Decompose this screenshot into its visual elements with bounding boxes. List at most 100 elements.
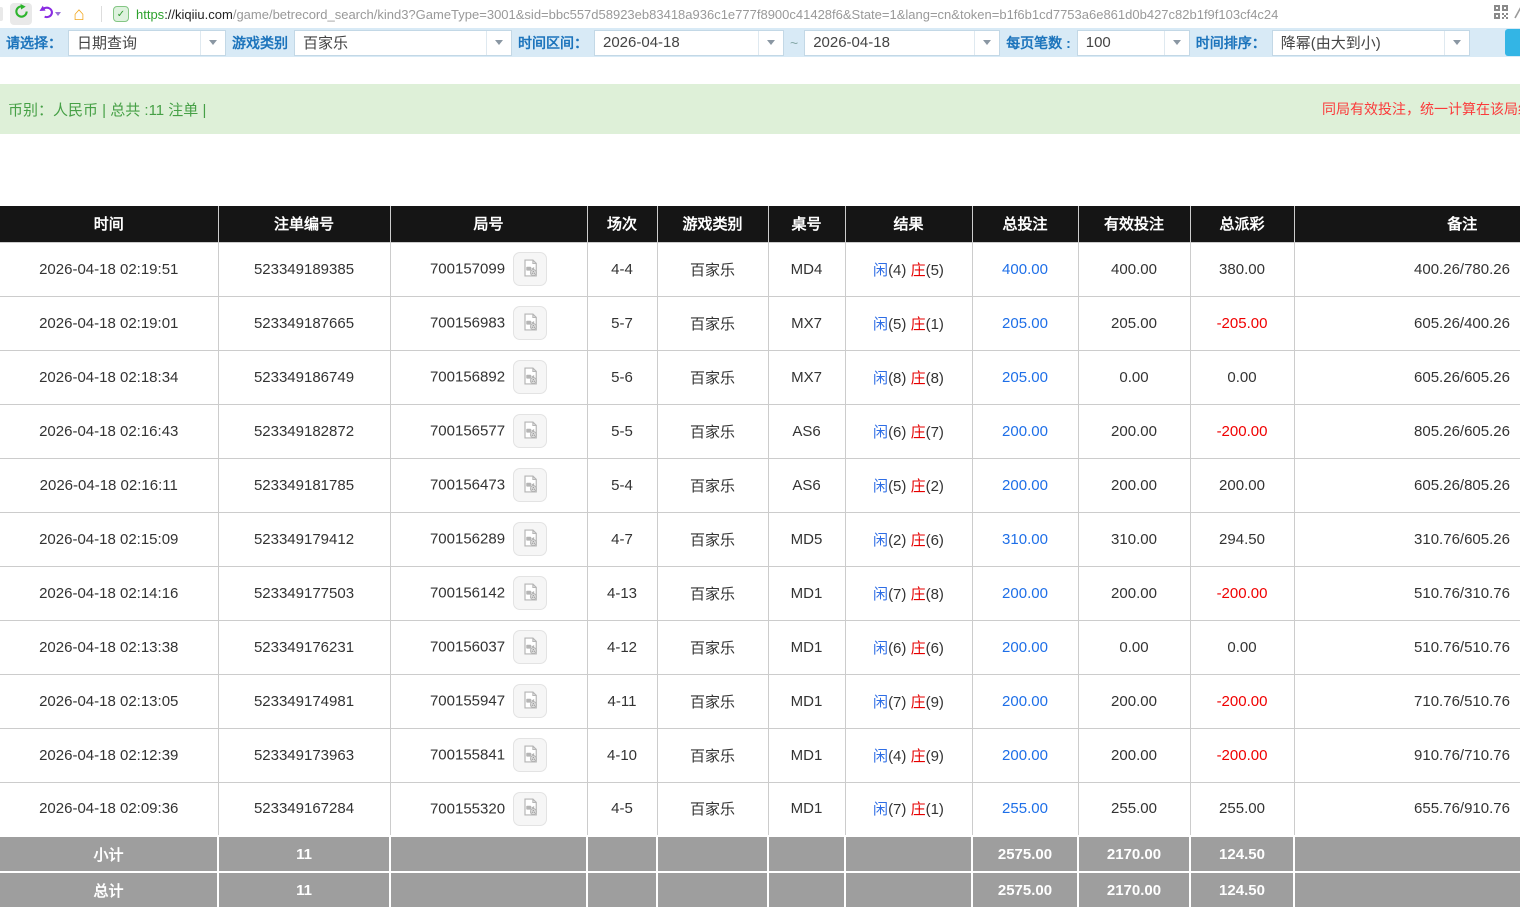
video-replay-button[interactable] [513,630,547,664]
cell-game-type: 百家乐 [657,458,768,512]
cutoff-toolbar-icon [0,7,3,21]
result-banker: 庄 [911,801,926,818]
result-banker-score: (8) [926,586,944,603]
total-bet-link[interactable]: 200.00 [1002,423,1048,440]
total-bet-link[interactable]: 200.00 [1002,585,1048,602]
cell-total-bet: 200.00 [972,620,1078,674]
video-record-icon [520,258,540,281]
cell-round: 700156289 [390,512,587,566]
info-bar: 币别：人民币 | 总共 :11 注单 | 同局有效投注，统一计算在该局结算 [0,84,1520,134]
video-replay-button[interactable] [513,306,547,340]
total-bet-link[interactable]: 400.00 [1002,261,1048,278]
cell-payout: 255.00 [1190,782,1294,836]
video-replay-button[interactable] [513,360,547,394]
table-row: 2026-04-18 02:09:36523349167284700155320… [0,782,1520,836]
cell-session: 4-5 [587,782,657,836]
video-replay-button[interactable] [513,414,547,448]
page-size-select[interactable]: 100 [1077,30,1190,56]
address-bar[interactable]: https://kiqiiu.com/game/betrecord_search… [136,7,1487,22]
cell-session: 4-10 [587,728,657,782]
result-player: 闲 [873,370,888,387]
cell-game-type: 百家乐 [657,728,768,782]
column-header-6: 结果 [845,206,972,242]
video-replay-button[interactable] [513,792,547,826]
cell-result: 闲(8) 庄(8) [845,350,972,404]
table-row: 2026-04-18 02:12:39523349173963700155841… [0,728,1520,782]
cell-session: 4-7 [587,512,657,566]
total-bet-link[interactable]: 200.00 [1002,639,1048,656]
result-player: 闲 [873,694,888,711]
cell-total-bet: 200.00 [972,674,1078,728]
summary-cell [390,872,587,908]
cell-table: MX7 [768,296,845,350]
result-player: 闲 [873,748,888,765]
summary-cell [768,872,845,908]
result-banker: 庄 [911,424,926,441]
cell-total-bet: 255.00 [972,782,1078,836]
query-mode-select[interactable]: 日期查询 [68,30,226,56]
cell-result: 闲(4) 庄(5) [845,242,972,296]
cell-payout: 0.00 [1190,620,1294,674]
cell-result: 闲(6) 庄(6) [845,620,972,674]
result-player-score: (7) [888,586,906,603]
cell-result: 闲(4) 庄(9) [845,728,972,782]
result-banker-score: (9) [926,748,944,765]
total-bet-link[interactable]: 200.00 [1002,477,1048,494]
bet-records-table: 时间注单编号局号场次游戏类别桌号结果总投注有效投注总派彩备注 2026-04-1… [0,206,1520,909]
chevron-down-icon[interactable] [200,31,225,55]
video-replay-button[interactable] [513,522,547,556]
chevron-down-icon[interactable] [486,31,511,55]
video-replay-button[interactable] [513,576,547,610]
reload-button[interactable] [10,3,32,25]
video-replay-button[interactable] [513,468,547,502]
cell-round: 700156983 [390,296,587,350]
cell-payout: 380.00 [1190,242,1294,296]
cell-valid-bet: 0.00 [1078,350,1190,404]
chevron-down-icon[interactable] [1444,31,1469,55]
table-row: 2026-04-18 02:13:38523349176231700156037… [0,620,1520,674]
home-button[interactable]: ⌂ [68,3,90,25]
video-replay-button[interactable] [513,684,547,718]
total-bet-link[interactable]: 200.00 [1002,747,1048,764]
cutoff-bookmark-icon[interactable] [1514,5,1520,24]
total-bet-link[interactable]: 255.00 [1002,800,1048,817]
video-replay-button[interactable] [513,738,547,772]
chevron-down-icon[interactable] [974,31,999,55]
cell-valid-bet: 200.00 [1078,458,1190,512]
summary-cell [1294,872,1520,908]
undo-button[interactable] [39,3,61,25]
summary-cell: 11 [218,836,390,872]
date-to-select[interactable]: 2026-04-18 [804,30,1000,56]
search-button[interactable]: 查询 [1505,29,1520,56]
date-from-select[interactable]: 2026-04-18 [594,30,784,56]
summary-cell: 小计 [0,836,218,872]
total-bet-link[interactable]: 205.00 [1002,315,1048,332]
cell-game-type: 百家乐 [657,674,768,728]
cell-round: 700157099 [390,242,587,296]
cell-payout: -200.00 [1190,674,1294,728]
cell-table: MD1 [768,620,845,674]
qr-code-icon[interactable] [1494,5,1508,24]
table-row: 2026-04-18 02:13:05523349174981700155947… [0,674,1520,728]
cell-game-type: 百家乐 [657,296,768,350]
cell-table: MX7 [768,350,845,404]
total-bet-link[interactable]: 200.00 [1002,693,1048,710]
total-bet-link[interactable]: 310.00 [1002,531,1048,548]
cell-remark: 805.26/605.26 [1294,404,1520,458]
security-shield-icon[interactable]: ✓ [113,6,129,22]
total-bet-link[interactable]: 205.00 [1002,369,1048,386]
result-banker: 庄 [911,640,926,657]
chevron-down-icon[interactable] [758,31,783,55]
cell-payout: -200.00 [1190,566,1294,620]
video-record-icon [520,420,540,443]
video-replay-button[interactable] [513,252,547,286]
undo-menu-caret-icon[interactable] [55,12,61,16]
game-type-select[interactable]: 百家乐 [294,30,512,56]
sort-order-select[interactable]: 降幂(由大到小) [1272,30,1470,56]
chevron-down-icon[interactable] [1164,31,1189,55]
cell-round: 700155947 [390,674,587,728]
cell-session: 4-13 [587,566,657,620]
url-host: ://kiqiiu.com [164,7,233,22]
round-number: 700156892 [430,369,505,386]
summary-row-subtotal: 小计112575.002170.00124.50 [0,836,1520,872]
